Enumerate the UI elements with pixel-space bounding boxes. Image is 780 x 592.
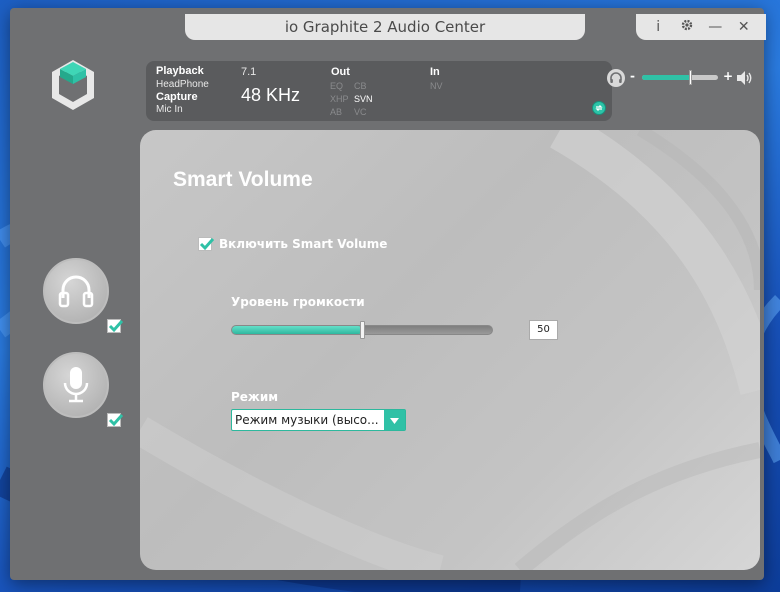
window-controls: i — ✕ [636,14,766,40]
close-button[interactable]: ✕ [734,19,754,35]
capture-enable-checkbox[interactable] [107,413,124,427]
info-button[interactable]: i [648,19,668,35]
speaker-icon[interactable] [736,70,754,86]
out-svn: SVN [354,94,373,104]
playback-label: Playback [156,65,204,77]
playback-enable-checkbox[interactable] [107,319,124,333]
audio-center-window: io Graphite 2 Audio Center i — ✕ Playbac… [10,8,766,580]
master-volume-thumb[interactable] [689,70,693,85]
chevron-down-icon [390,418,399,424]
microphone-icon [63,367,89,403]
gear-icon [681,19,692,31]
sample-rate: 48 KHz [241,85,301,105]
smart-volume-panel: Smart Volume Включить Smart Volume Урове… [140,130,760,570]
out-eq: EQ [330,81,344,91]
out-vc: VC [354,107,367,117]
settings-button[interactable] [677,19,697,35]
capture-device: Mic In [156,104,183,115]
checkmark-icon [108,414,124,427]
volume-level-label: Уровень громкости [231,295,365,309]
playback-device: HeadPhone [156,79,209,90]
volume-plus[interactable]: + [723,69,733,83]
panel-background-pattern [140,130,760,570]
logo-icon [52,60,94,110]
headphones-icon [58,275,94,308]
mode-label: Режим [231,390,279,404]
mode-dropdown[interactable]: Режим музыки (высо... [231,409,406,431]
minimize-button[interactable]: — [705,19,725,35]
volume-minus[interactable]: - [630,69,635,83]
headphone-icon[interactable] [606,68,626,88]
volume-level-value[interactable]: 50 [529,320,558,340]
master-volume-fill [642,75,692,80]
out-ab: AB [330,107,343,117]
page-title: Smart Volume [173,168,313,191]
checkmark-icon [199,238,215,251]
in-nv: NV [430,81,443,91]
capture-device-button[interactable] [43,352,109,418]
volume-level-slider[interactable] [231,321,493,339]
out-label: Out [331,66,350,78]
window-title: io Graphite 2 Audio Center [185,14,585,40]
checkmark-icon [108,320,124,333]
channel-config: 7.1 [241,66,257,78]
out-xhp: XHP [330,94,349,104]
master-volume-slider[interactable] [642,70,718,85]
enable-smart-volume-checkbox[interactable] [198,237,215,251]
switch-device-button[interactable] [592,101,606,115]
enable-smart-volume-label[interactable]: Включить Smart Volume [219,237,387,251]
mode-dropdown-button[interactable] [384,410,405,430]
out-cb: CB [354,81,367,91]
volume-level-fill [232,326,362,334]
master-volume-control: - + [606,68,756,88]
capture-label: Capture [156,91,198,103]
in-label: In [430,66,440,78]
device-info-bar: Playback HeadPhone Capture Mic In 7.1 48… [146,61,612,121]
playback-device-button[interactable] [43,258,109,324]
swap-icon [595,105,603,111]
volume-level-thumb[interactable] [360,321,365,339]
mode-selected-value: Режим музыки (высо... [235,413,379,427]
